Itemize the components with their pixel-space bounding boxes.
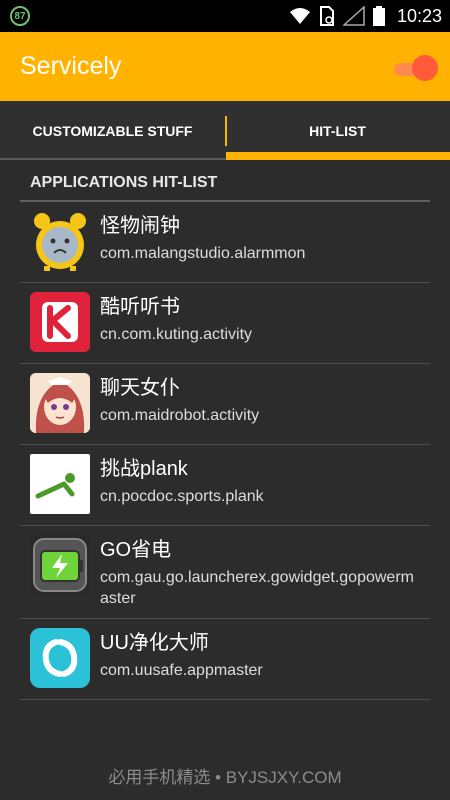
- app-title: Servicely: [20, 52, 122, 80]
- k-logo-icon: [30, 292, 90, 352]
- status-icons: 10:23: [289, 0, 442, 32]
- sim-card-icon: [319, 6, 334, 26]
- tab-bar: CUSTOMIZABLE STUFF HIT-LIST: [0, 101, 450, 160]
- notification-badge: 87: [10, 6, 30, 26]
- battery-icon: [30, 535, 90, 595]
- list-item[interactable]: 怪物闹钟 com.malangstudio.alarmmon: [20, 202, 430, 283]
- uu-logo-icon: [30, 628, 90, 688]
- maid-character-icon: [30, 373, 90, 433]
- list-item[interactable]: 挑战plank cn.pocdoc.sports.plank: [20, 445, 430, 526]
- section-title: APPLICATIONS HIT-LIST: [30, 174, 218, 191]
- app-name: 酷听听书: [100, 296, 180, 318]
- service-toggle[interactable]: [392, 55, 438, 81]
- tab-customizable-stuff[interactable]: CUSTOMIZABLE STUFF: [0, 101, 225, 160]
- tab-divider: [225, 116, 227, 146]
- app-list: 怪物闹钟 com.malangstudio.alarmmon 酷听听书 cn.c…: [20, 202, 430, 700]
- alarm-clock-icon: [30, 211, 90, 271]
- battery-status-icon: [372, 6, 385, 26]
- app-package: com.malangstudio.alarmmon: [100, 245, 306, 262]
- list-item[interactable]: 酷听听书 cn.com.kuting.activity: [20, 283, 430, 364]
- app-name: 怪物闹钟: [100, 215, 180, 237]
- app-bar: Servicely: [0, 32, 450, 101]
- wifi-icon: [289, 8, 310, 24]
- toggle-thumb: [412, 55, 438, 81]
- app-package: com.maidrobot.activity: [100, 407, 260, 424]
- watermark: 必用手机精选 • BYJSJXY.COM: [108, 768, 342, 787]
- app-package: com.gau.go.launcherex.gowidget.gopowerma…: [100, 569, 414, 607]
- app-name: 聊天女仆: [100, 377, 180, 399]
- list-item[interactable]: GO省电 com.gau.go.launcherex.gowidget.gopo…: [20, 526, 430, 619]
- app-name: UU净化大师: [100, 632, 209, 654]
- app-package: com.uusafe.appmaster: [100, 662, 263, 679]
- tab-selected-indicator: [226, 152, 450, 160]
- signal-icon: [342, 6, 365, 26]
- app-package: cn.com.kuting.activity: [100, 326, 253, 343]
- tab-baseline: [0, 158, 226, 160]
- app-name: 挑战plank: [100, 458, 188, 480]
- status-bar: 87 10:23: [0, 0, 450, 32]
- app-package: cn.pocdoc.sports.plank: [100, 488, 264, 505]
- plank-figure-icon: [30, 454, 90, 514]
- clock: 10:23: [396, 5, 442, 26]
- list-item[interactable]: 聊天女仆 com.maidrobot.activity: [20, 364, 430, 445]
- app-name: GO省电: [100, 539, 172, 561]
- list-item[interactable]: UU净化大师 com.uusafe.appmaster: [20, 619, 430, 700]
